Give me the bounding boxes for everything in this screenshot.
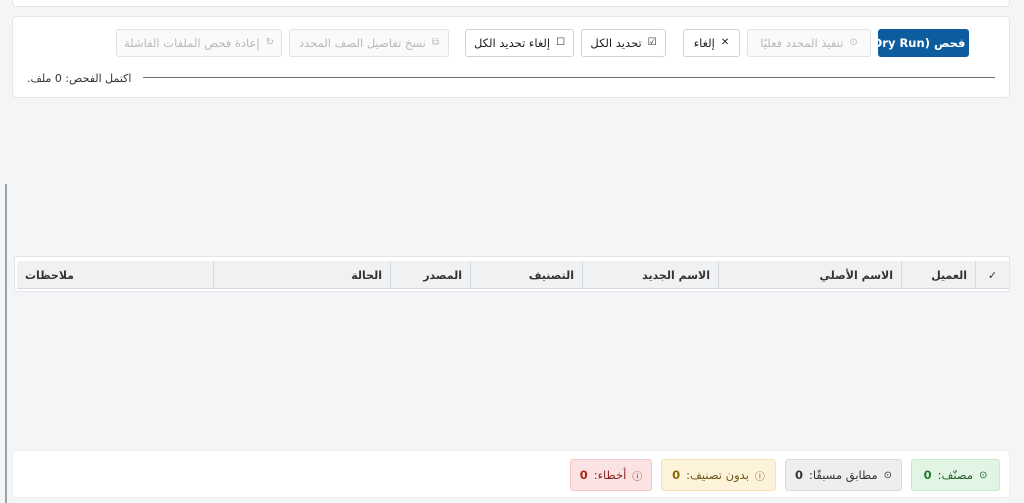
column-header-check[interactable]: ✓ [975, 261, 1009, 289]
classified-count-badge: ⊙ مصنّف: 0 [911, 459, 1000, 491]
select-all-label: تحديد الكل [590, 36, 642, 50]
execute-selected-label: تنفيذ المحدد فعليًا [760, 36, 844, 50]
column-header-classification[interactable]: التصنيف [470, 261, 582, 289]
table-header: ملاحظات الحالة المصدر التصنيف الاسم الجد… [17, 261, 1009, 289]
column-header-original-name[interactable]: الاسم الأصلي [718, 261, 901, 289]
scan-toolbar-panel: 🗎 فحص (Dry Run) ⊙ تنفيذ المحدد فعليًا ✕ … [12, 16, 1010, 98]
error-circle-icon: ⓘ [632, 471, 643, 483]
empty-box-icon: ☐ [556, 37, 566, 48]
left-divider [5, 184, 7, 503]
matched-count: 0 [794, 468, 803, 482]
column-header-new-name[interactable]: الاسم الجديد [582, 261, 718, 289]
check-circle-icon: ⊙ [883, 469, 893, 481]
check-circle-icon: ⊙ [849, 37, 858, 48]
unclassified-label: بدون تصنيف: [686, 468, 749, 482]
check-circle-icon: ⊙ [979, 469, 988, 481]
errors-count-badge: ⓘ أخطاء: 0 [570, 459, 652, 491]
scan-dry-run-button[interactable]: 🗎 فحص (Dry Run) [867, 29, 980, 57]
column-header-client[interactable]: العميل [901, 261, 975, 289]
deselect-all-button[interactable]: ☐ إلغاء تحديد الكل [465, 29, 574, 57]
execute-selected-button[interactable]: ⊙ تنفيذ المحدد فعليًا [747, 29, 871, 57]
results-table: ملاحظات الحالة المصدر التصنيف الاسم الجد… [14, 256, 1010, 292]
copy-icon: ⧉ [431, 37, 439, 48]
cancel-button[interactable]: ✕ إلغاء [683, 29, 740, 57]
copy-row-details-label: نسخ تفاصيل الصف المحدد [299, 36, 426, 50]
unclassified-count-badge: ⓘ بدون تصنيف: 0 [661, 459, 776, 491]
unclassified-count: 0 [672, 468, 681, 482]
scan-dry-run-label: فحص (Dry Run) [867, 36, 966, 50]
select-all-button[interactable]: ☑ تحديد الكل [581, 29, 666, 57]
refresh-icon: ↻ [265, 37, 275, 48]
matched-label: مطابق مسبقًا: [809, 468, 878, 482]
progress-bar [143, 77, 995, 78]
column-header-source[interactable]: المصدر [390, 261, 470, 289]
scan-status-text: اكتمل الفحص: 0 ملف. [27, 72, 132, 85]
checked-box-icon: ☑ [647, 37, 657, 48]
column-header-status[interactable]: الحالة [213, 261, 390, 289]
deselect-all-label: إلغاء تحديد الكل [473, 36, 551, 50]
classified-label: مصنّف: [937, 468, 974, 482]
file-scan-icon: 🗎 [971, 37, 980, 48]
cancel-label: إلغاء [693, 36, 715, 50]
errors-count: 0 [579, 468, 588, 482]
close-icon: ✕ [720, 37, 730, 48]
matched-count-badge: ⊙ مطابق مسبقًا: 0 [785, 459, 902, 491]
top-strip [12, 0, 1010, 7]
column-header-notes[interactable]: ملاحظات [17, 261, 213, 289]
warning-circle-icon: ⓘ [754, 471, 765, 483]
stats-bar: ⊙ مصنّف: 0 ⊙ مطابق مسبقًا: 0 ⓘ بدون تصني… [12, 450, 1010, 498]
rescan-failed-button[interactable]: ↻ إعادة فحص الملفات الفاشلة [116, 29, 282, 57]
classified-count: 0 [923, 468, 932, 482]
rescan-failed-label: إعادة فحص الملفات الفاشلة [124, 36, 260, 50]
copy-row-details-button[interactable]: ⧉ نسخ تفاصيل الصف المحدد [289, 29, 449, 57]
errors-label: أخطاء: [593, 468, 627, 482]
